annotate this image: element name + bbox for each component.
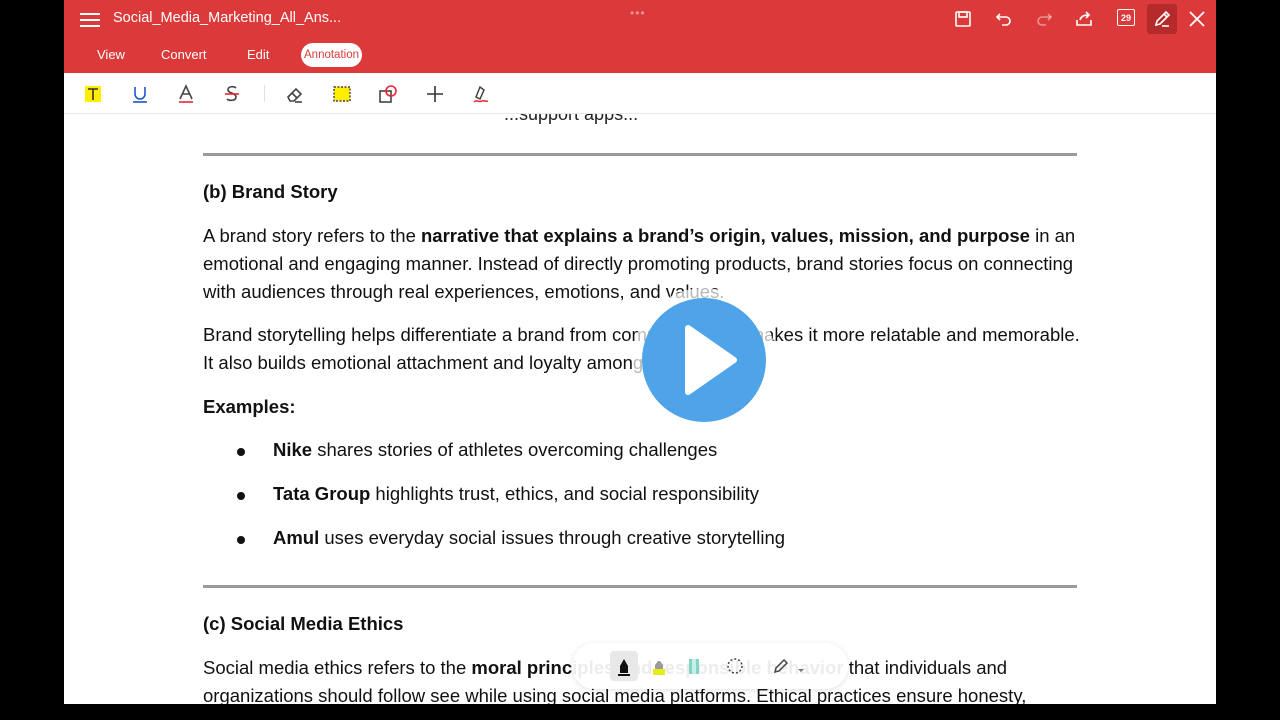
save-icon[interactable] (950, 6, 976, 32)
lasso-icon[interactable] (721, 651, 749, 681)
video-play-button[interactable] (632, 288, 776, 432)
section-divider (203, 153, 1077, 156)
underline-icon[interactable] (128, 82, 152, 106)
brand-story-paragraph-1: A brand story refers to the narrative th… (203, 225, 1076, 302)
close-icon[interactable] (1184, 6, 1210, 32)
document-title: Social_Media_Marketing_All_Ans... (113, 10, 342, 26)
document-page: ...support apps... (b) Brand Story A bra… (64, 114, 1216, 704)
annotation-toolbar (64, 73, 1216, 114)
bullet (237, 448, 245, 456)
pen-black-icon[interactable] (610, 651, 638, 681)
mode-tabs: View Convert Edit Annotation (64, 42, 664, 68)
annotate-pen-icon[interactable] (1147, 4, 1177, 34)
drag-handle[interactable]: ••• (630, 6, 646, 20)
cut-off-text: ...support apps... (504, 114, 639, 124)
tab-view[interactable]: View (97, 42, 125, 68)
add-icon[interactable] (423, 82, 447, 106)
shapes-icon[interactable] (376, 82, 400, 106)
text-highlight-icon[interactable] (81, 82, 105, 106)
highlighter-yellow-icon[interactable] (645, 651, 673, 681)
area-highlight-icon[interactable] (330, 82, 354, 106)
eraser-icon[interactable] (283, 82, 307, 106)
example-amul: Amul uses everyday social issues through… (273, 527, 786, 548)
page-count-badge[interactable]: 29 (1117, 9, 1135, 26)
tab-convert[interactable]: Convert (161, 42, 207, 68)
example-tata-group: Tata Group highlights trust, ethics, and… (273, 483, 759, 504)
heading-social-media-ethics: (c) Social Media Ethics (203, 613, 404, 634)
pen-style-dropdown-icon[interactable] (798, 660, 804, 672)
section-divider (203, 585, 1077, 588)
top-bar: Social_Media_Marketing_All_Ans... ••• 29… (64, 0, 1216, 73)
text-color-icon[interactable] (174, 82, 198, 106)
example-nike: Nike shares stories of athletes overcomi… (273, 439, 718, 460)
share-icon[interactable] (1071, 6, 1097, 32)
bullet (237, 492, 245, 500)
tab-edit[interactable]: Edit (247, 42, 269, 68)
toolbar-divider (264, 85, 265, 102)
strikethrough-icon[interactable] (220, 82, 244, 106)
redo-icon[interactable] (1031, 6, 1057, 32)
tab-annotation[interactable]: Annotation (301, 43, 362, 67)
play-icon (642, 298, 766, 422)
pen-toolbar (572, 643, 848, 689)
signature-pen-icon[interactable] (469, 82, 493, 106)
bullet (237, 536, 245, 544)
undo-icon[interactable] (991, 6, 1017, 32)
pdf-app: Social_Media_Marketing_All_Ans... ••• 29… (64, 0, 1216, 704)
menu-icon[interactable] (80, 10, 100, 28)
examples-label: Examples: (203, 396, 296, 417)
highlighter-teal-icon[interactable] (680, 651, 708, 681)
heading-brand-story: (b) Brand Story (203, 181, 338, 202)
pen-style-icon[interactable] (768, 651, 796, 681)
